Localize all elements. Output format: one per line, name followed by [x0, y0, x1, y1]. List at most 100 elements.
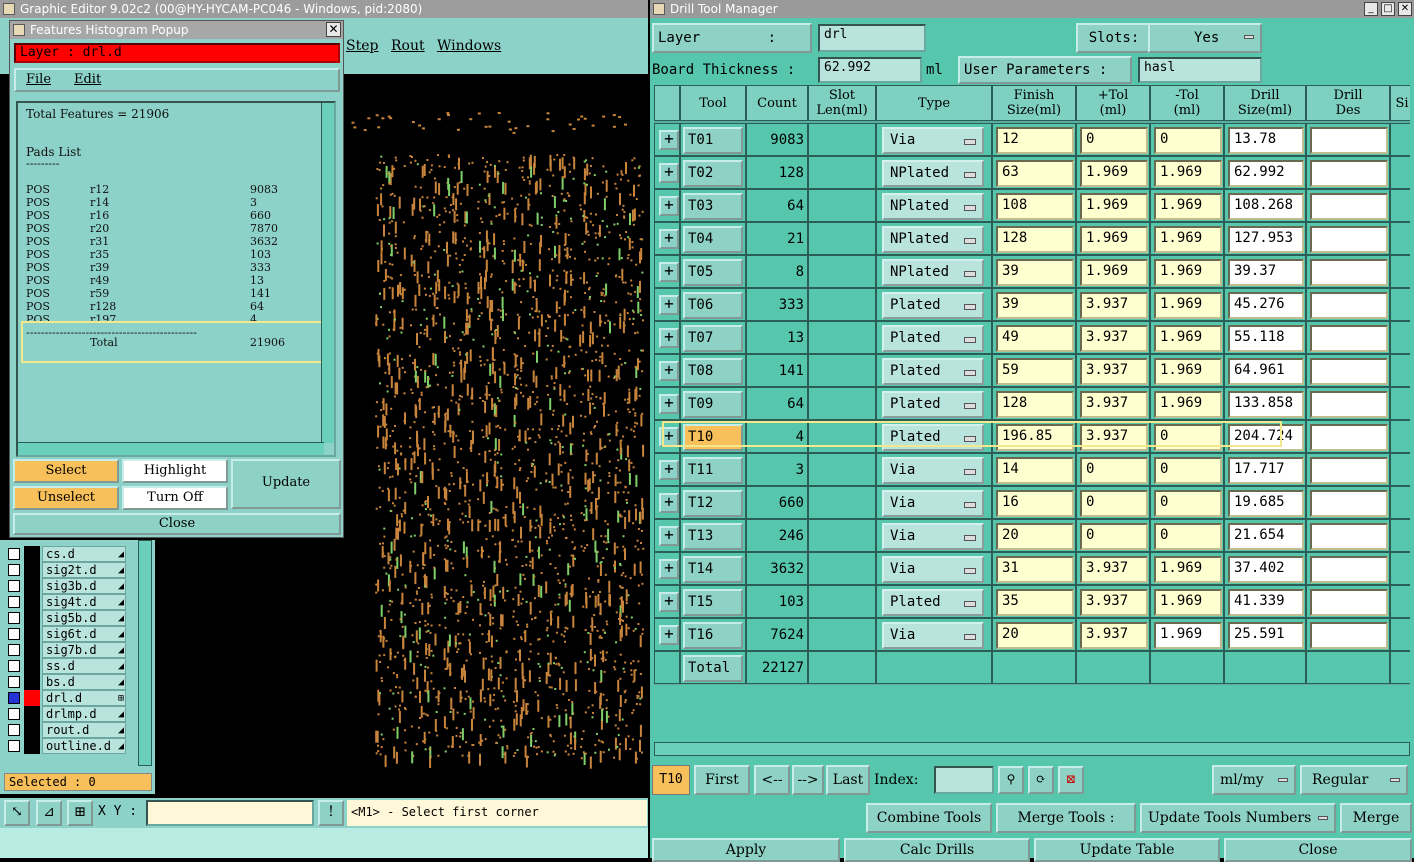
drill-des-input[interactable] [1310, 193, 1388, 220]
list-item[interactable]: drlmp.d ◢ [4, 706, 154, 722]
finish-size-input[interactable]: 128 [996, 226, 1074, 253]
list-item[interactable]: sig2t.d ◢ [4, 562, 154, 578]
finish-size-input[interactable]: 35 [996, 589, 1074, 616]
plus-tol-input[interactable]: 0 [1080, 523, 1148, 550]
drill-size-input[interactable]: 13.78 [1228, 127, 1304, 154]
type-dropdown[interactable]: Via [882, 523, 984, 550]
unselect-button[interactable]: Unselect [13, 486, 119, 510]
highlight-button[interactable]: Highlight [122, 459, 228, 483]
close-icon[interactable]: ✕ [1398, 2, 1412, 16]
tool-button[interactable]: T05 [683, 259, 743, 286]
finish-size-input[interactable]: 108 [996, 193, 1074, 220]
expand-icon[interactable]: + [659, 130, 679, 150]
expand-icon[interactable]: + [659, 526, 679, 546]
drill-size-input[interactable]: 127.953 [1228, 226, 1304, 253]
layer-name[interactable]: sig3b.d ◢ [42, 578, 126, 594]
drill-des-input[interactable] [1310, 457, 1388, 484]
close-icon[interactable]: ✕ [326, 22, 341, 37]
plus-tol-input[interactable]: 3.937 [1080, 292, 1148, 319]
user-params-input[interactable]: hasl [1138, 57, 1262, 83]
plus-tol-input[interactable]: 0 [1080, 490, 1148, 517]
plus-tol-input[interactable]: 3.937 [1080, 622, 1148, 649]
minus-tol-input[interactable]: 0 [1154, 490, 1222, 517]
minus-tol-input[interactable]: 1.969 [1154, 589, 1222, 616]
index-input[interactable] [934, 766, 994, 794]
units-dropdown[interactable]: ml/my [1212, 765, 1296, 795]
minus-tol-input[interactable]: 1.969 [1154, 226, 1222, 253]
list-item[interactable]: bs.d ◢ [4, 674, 154, 690]
minus-tol-input[interactable]: 1.969 [1154, 391, 1222, 418]
tool-button[interactable]: T11 [683, 457, 743, 484]
minimize-icon[interactable]: _ [1364, 2, 1378, 16]
type-dropdown[interactable]: Via [882, 490, 984, 517]
finish-size-input[interactable]: 63 [996, 160, 1074, 187]
slots-dropdown[interactable]: Yes [1148, 23, 1262, 53]
expand-icon[interactable]: + [659, 163, 679, 183]
finish-size-input[interactable]: 20 [996, 622, 1074, 649]
menu-edit[interactable]: Edit [74, 72, 101, 87]
layer-name[interactable]: ss.d ◢ [42, 658, 126, 674]
layer-name[interactable]: drl.d ⊞ [42, 690, 126, 706]
minus-tol-input[interactable]: 1.969 [1154, 358, 1222, 385]
list-item[interactable]: sig7b.d ◢ [4, 642, 154, 658]
layer-checkbox[interactable] [8, 644, 20, 656]
layer-checkbox[interactable] [8, 628, 20, 640]
expand-icon[interactable]: + [659, 229, 679, 249]
list-item[interactable]: sig3b.d ◢ [4, 578, 154, 594]
drill-des-input[interactable] [1310, 259, 1388, 286]
plus-tol-input[interactable]: 1.969 [1080, 259, 1148, 286]
type-dropdown[interactable]: NPlated [882, 193, 984, 220]
drill-size-input[interactable]: 55.118 [1228, 325, 1304, 352]
layer-name[interactable]: sig2t.d ◢ [42, 562, 126, 578]
menu-step[interactable]: Step [346, 38, 378, 54]
type-dropdown[interactable]: Via [882, 622, 984, 649]
layer-name[interactable]: sig6t.d ◢ [42, 626, 126, 642]
finish-size-input[interactable]: 59 [996, 358, 1074, 385]
plus-tol-input[interactable]: 0 [1080, 457, 1148, 484]
layer-name[interactable]: sig4t.d ◢ [42, 594, 126, 610]
drill-des-input[interactable] [1310, 127, 1388, 154]
list-item[interactable]: drl.d ⊞ [4, 690, 154, 706]
expand-icon[interactable]: + [659, 196, 679, 216]
plus-tol-input[interactable]: 1.969 [1080, 160, 1148, 187]
type-dropdown[interactable]: Plated [882, 589, 984, 616]
refresh-icon[interactable]: ⟳ [1028, 766, 1054, 794]
finish-size-input[interactable]: 16 [996, 490, 1074, 517]
drill-des-input[interactable] [1310, 226, 1388, 253]
tool-button[interactable]: T04 [683, 226, 743, 253]
expand-icon[interactable]: + [659, 328, 679, 348]
type-dropdown[interactable]: Plated [882, 391, 984, 418]
expand-icon[interactable]: + [659, 262, 679, 282]
menu-rout[interactable]: Rout [391, 38, 425, 54]
type-dropdown[interactable]: NPlated [882, 160, 984, 187]
drill-size-input[interactable]: 19.685 [1228, 490, 1304, 517]
grid-icon[interactable]: ⊞ [67, 800, 93, 826]
expand-icon[interactable]: + [659, 460, 679, 480]
drill-size-input[interactable]: 62.992 [1228, 160, 1304, 187]
minus-tol-input[interactable]: 0 [1154, 127, 1222, 154]
zoom-fit-icon[interactable]: ⤡ [4, 800, 30, 826]
minus-tol-input[interactable]: 1.969 [1154, 259, 1222, 286]
plus-tol-input[interactable]: 3.937 [1080, 589, 1148, 616]
type-dropdown[interactable]: NPlated [882, 259, 984, 286]
layer-checkbox[interactable] [8, 740, 20, 752]
layer-checkbox[interactable] [8, 596, 20, 608]
drill-size-input[interactable]: 25.591 [1228, 622, 1304, 649]
tool-button[interactable]: T09 [683, 391, 743, 418]
finish-size-input[interactable]: 14 [996, 457, 1074, 484]
tool-button[interactable]: T07 [683, 325, 743, 352]
board-thickness-input[interactable]: 62.992 [818, 57, 922, 83]
layer-checkbox[interactable] [8, 708, 20, 720]
minus-tol-input[interactable]: 1.969 [1154, 556, 1222, 583]
type-dropdown[interactable]: Plated [882, 292, 984, 319]
tool-button[interactable]: T06 [683, 292, 743, 319]
drill-des-input[interactable] [1310, 556, 1388, 583]
list-item[interactable]: cs.d ◢ [4, 546, 154, 562]
layer-name[interactable]: bs.d ◢ [42, 674, 126, 690]
type-dropdown[interactable]: NPlated [882, 226, 984, 253]
drill-des-input[interactable] [1310, 523, 1388, 550]
layer-checkbox[interactable] [8, 660, 20, 672]
drill-size-input[interactable]: 64.961 [1228, 358, 1304, 385]
combine-tools-button[interactable]: Combine Tools [866, 803, 992, 833]
plus-tol-input[interactable]: 1.969 [1080, 193, 1148, 220]
